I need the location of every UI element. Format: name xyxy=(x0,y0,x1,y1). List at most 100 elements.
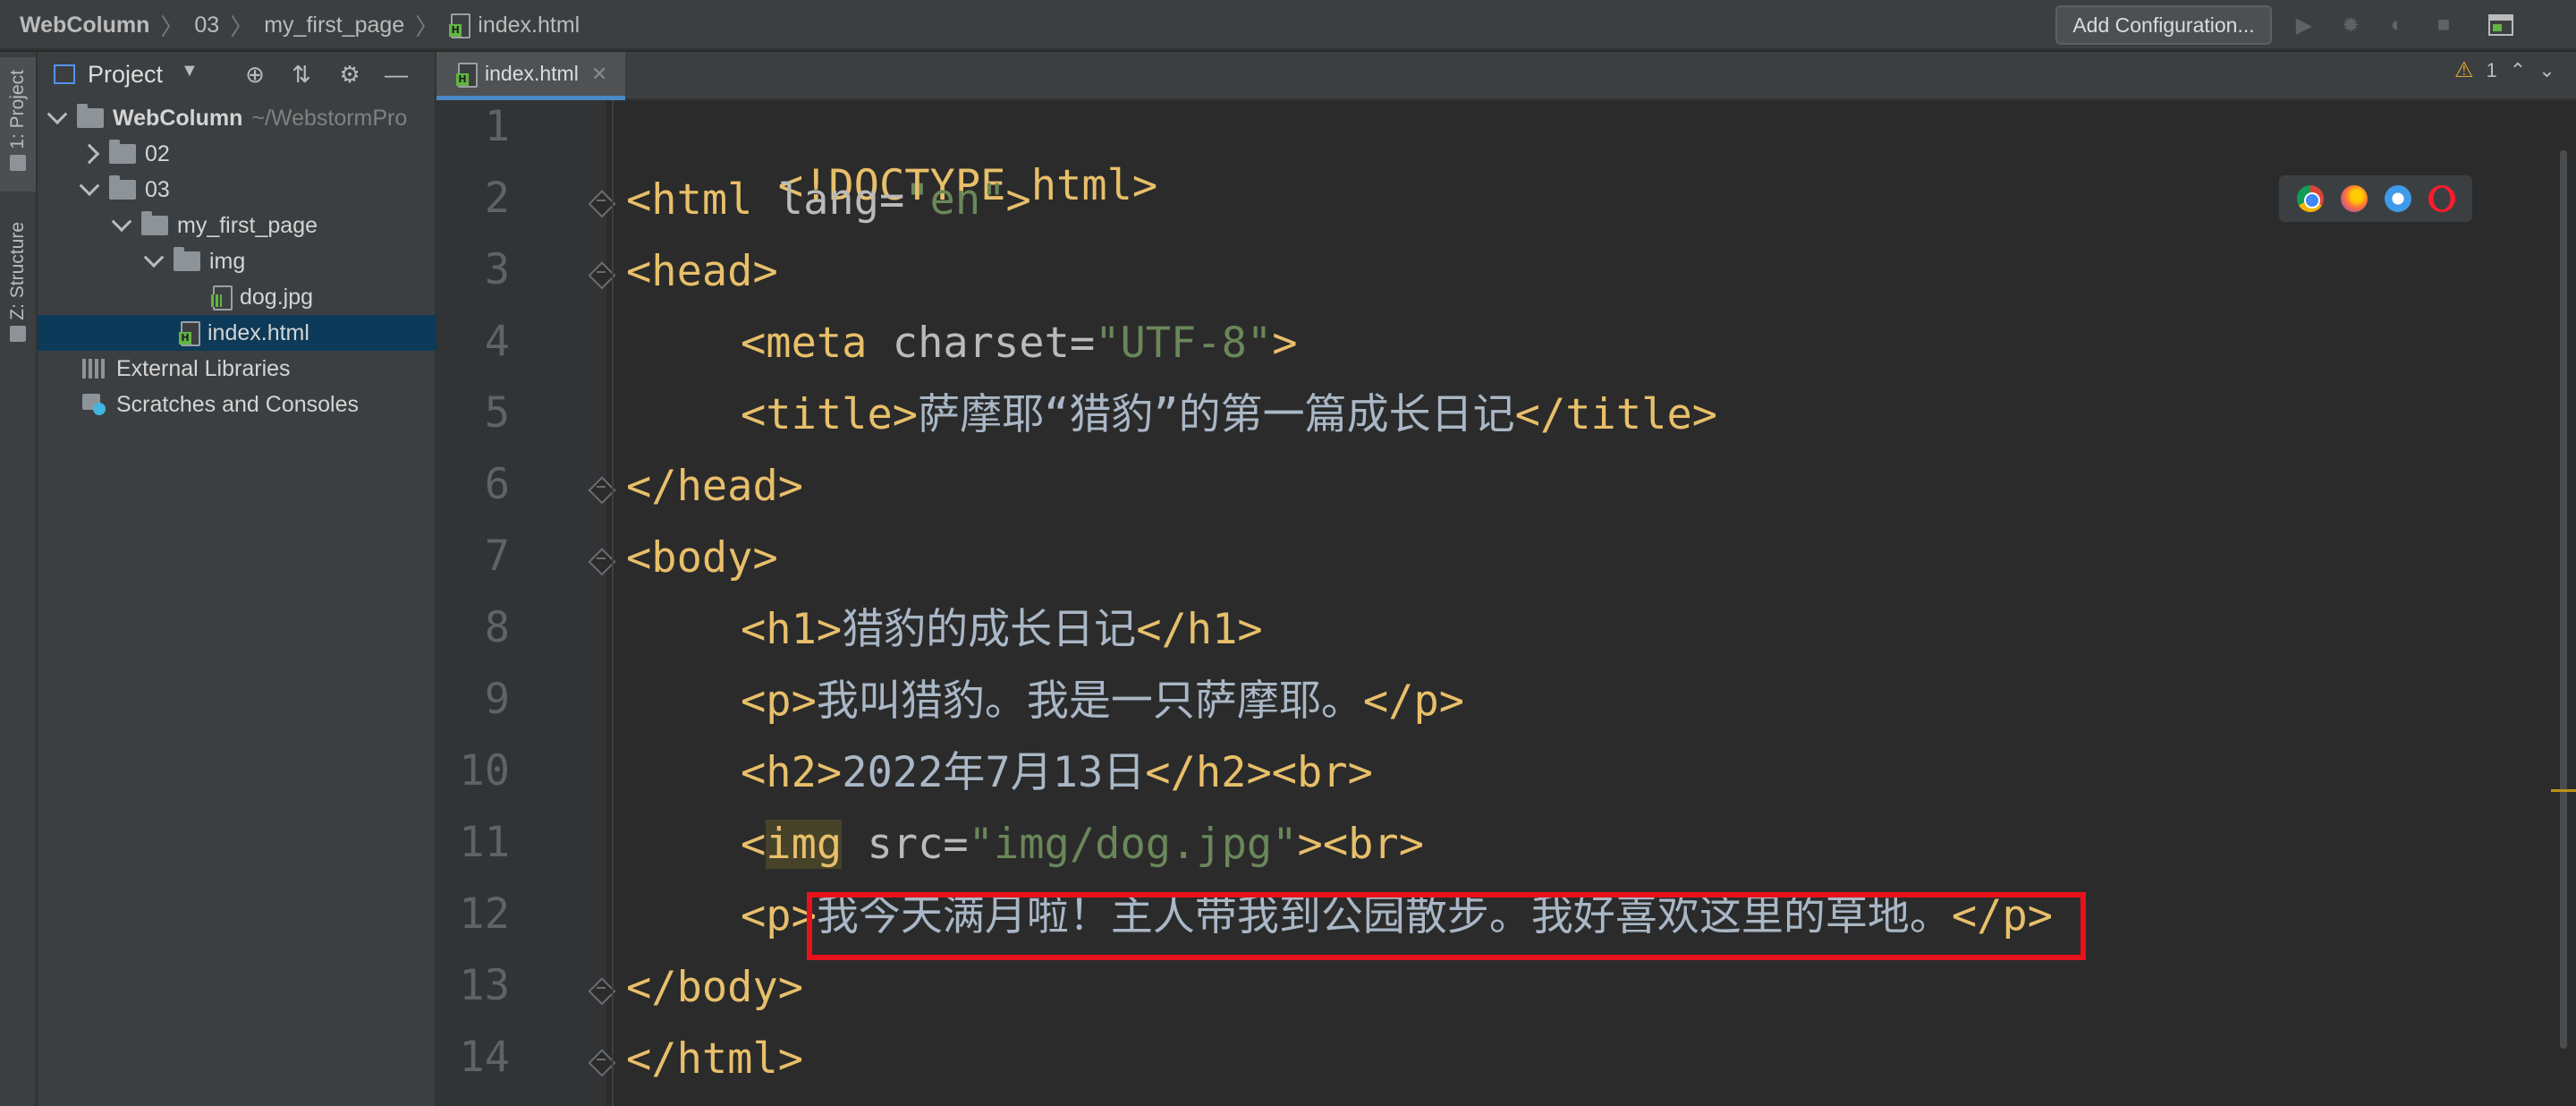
navigation-bar: WebColumn 〉 03 〉 my_first_page 〉 index.h… xyxy=(0,0,2576,50)
folder-icon xyxy=(141,211,168,235)
line-number: 11 xyxy=(459,818,510,867)
tab-label: index.html xyxy=(485,62,579,85)
scrollbar-marker[interactable] xyxy=(2551,789,2576,792)
tree-node-webcolumn[interactable]: WebColumn ~/WebstormPro xyxy=(38,100,436,136)
breadcrumb-item-03[interactable]: 03 xyxy=(194,13,219,38)
chevron-down-icon[interactable] xyxy=(47,104,68,125)
code-line-4: <meta charset="UTF-8"> xyxy=(741,315,1298,372)
breadcrumb-item-my-first-page[interactable]: my_first_page xyxy=(264,13,404,38)
folder-icon xyxy=(109,175,136,200)
project-panel: Project ▼ ⊕ ⇅ ⚙ — WebColumn ~/WebstormPr… xyxy=(38,52,436,1106)
fold-marker-icon[interactable] xyxy=(592,263,612,290)
code-token: <head> xyxy=(626,247,778,296)
breadcrumb-item-index-html[interactable]: index.html xyxy=(449,13,580,38)
highlight-annotation-box xyxy=(807,892,2086,960)
code-token: <meta xyxy=(741,319,893,368)
fold-marker-icon[interactable] xyxy=(592,979,612,1006)
layout-icon[interactable] xyxy=(2488,13,2513,38)
code-token: <h1> xyxy=(741,605,843,654)
breadcrumb: WebColumn 〉 03 〉 my_first_page 〉 index.h… xyxy=(20,0,580,50)
breadcrumb-separator: 〉 xyxy=(415,13,439,40)
folder-icon xyxy=(109,140,136,164)
chevron-right-icon[interactable] xyxy=(79,143,100,165)
opera-icon[interactable] xyxy=(2428,185,2455,212)
fold-marker-icon[interactable] xyxy=(592,549,612,576)
editor-tab-bar: index.html ✕ xyxy=(436,52,2576,100)
code-line-1: <!DOCTYPE html> xyxy=(626,100,1157,210)
code-token: </body> xyxy=(626,963,804,1012)
code-line-5: <title>萨摩耶“猎豹”的第一篇成长日记</title> xyxy=(741,387,1717,444)
locate-file-icon[interactable]: ⊕ xyxy=(242,61,268,88)
line-number: 1 xyxy=(484,102,510,151)
run-icon[interactable]: ▶ xyxy=(2292,13,2317,38)
line-number: 14 xyxy=(459,1033,510,1082)
fold-marker-icon[interactable] xyxy=(592,478,612,505)
collapse-all-icon[interactable]: ⇅ xyxy=(288,61,315,88)
tree-node-path-hint: ~/WebstormPro xyxy=(251,105,408,131)
html-file-icon xyxy=(449,13,471,38)
code-line-11: <img src="img/dog.jpg"><br> xyxy=(741,816,1424,873)
code-line-2: <html lang="en"> xyxy=(626,172,1031,229)
chrome-icon[interactable] xyxy=(2296,185,2324,212)
tree-node-index-html[interactable]: index.html xyxy=(38,315,436,351)
code-line-14: </html> xyxy=(626,1031,803,1088)
tree-node-img[interactable]: img xyxy=(38,243,436,279)
code-line-9: <p>我叫猎豹。我是一只萨摩耶。</p> xyxy=(741,673,1464,730)
structure-tool-window-button[interactable]: Z: Structure xyxy=(0,209,36,362)
breadcrumb-separator: 〉 xyxy=(160,13,184,40)
code-line-8: <h1>猎豹的成长日记</h1> xyxy=(741,601,1263,659)
code-token: charset= xyxy=(892,319,1096,368)
inspection-widget[interactable]: ⚠ 1 ⌃ ⌄ xyxy=(2454,57,2555,83)
tree-node-03[interactable]: 03 xyxy=(38,172,436,208)
tree-node-external-libraries[interactable]: External Libraries xyxy=(38,351,436,387)
chevron-down-icon[interactable]: ▼ xyxy=(181,61,199,81)
breadcrumb-item-webcolumn[interactable]: WebColumn xyxy=(20,13,149,38)
chevron-up-icon[interactable]: ⌃ xyxy=(2510,59,2526,82)
tree-node-my-first-page[interactable]: my_first_page xyxy=(38,208,436,243)
code-token: "img/dog.jpg" xyxy=(968,820,1298,869)
tree-node-dog-jpg[interactable]: dog.jpg xyxy=(38,279,436,315)
vertical-scrollbar[interactable] xyxy=(2560,150,2567,1049)
breadcrumb-separator: 〉 xyxy=(230,13,254,40)
code-token: <h2> xyxy=(741,748,843,797)
tree-node-scratches[interactable]: Scratches and Consoles xyxy=(38,387,436,422)
library-icon xyxy=(82,359,106,379)
project-tool-window-button[interactable]: 1: Project xyxy=(0,57,36,191)
line-number: 5 xyxy=(484,388,510,438)
debug-icon[interactable]: ✹ xyxy=(2338,13,2363,38)
project-tool-label: 1: Project xyxy=(7,70,28,149)
line-number: 12 xyxy=(459,889,510,939)
code-token: 我叫猎豹。我是一只萨摩耶。 xyxy=(816,676,1363,726)
add-configuration-button[interactable]: Add Configuration... xyxy=(2055,5,2272,45)
hide-panel-icon[interactable]: — xyxy=(383,61,410,88)
close-icon[interactable]: ✕ xyxy=(591,63,607,86)
code-token: </title> xyxy=(1514,390,1718,439)
fold-guide-line xyxy=(612,100,614,1106)
code-token: </html> xyxy=(626,1034,804,1084)
tree-node-02[interactable]: 02 xyxy=(38,136,436,172)
chevron-down-icon[interactable]: ⌄ xyxy=(2538,59,2555,82)
project-view-selector[interactable]: Project xyxy=(88,61,163,89)
chevron-down-icon[interactable] xyxy=(79,175,100,197)
stop-icon[interactable]: ■ xyxy=(2431,13,2456,38)
chevron-down-icon[interactable] xyxy=(111,211,132,233)
gear-icon[interactable]: ⚙ xyxy=(336,61,363,88)
code-token: <title> xyxy=(741,390,919,439)
safari-icon[interactable] xyxy=(2384,185,2411,212)
project-panel-header: Project ▼ ⊕ ⇅ ⚙ — xyxy=(38,52,436,97)
firefox-icon[interactable] xyxy=(2340,185,2368,212)
project-view-icon xyxy=(54,64,75,84)
tree-node-label: External Libraries xyxy=(116,355,291,381)
code-token: ><br> xyxy=(1297,820,1425,869)
tree-node-label: dog.jpg xyxy=(240,284,314,310)
tab-index-html[interactable]: index.html ✕ xyxy=(436,52,626,100)
chevron-down-icon[interactable] xyxy=(143,247,165,268)
fold-marker-icon[interactable] xyxy=(592,1051,612,1077)
structure-tool-label: Z: Structure xyxy=(7,222,28,320)
coverage-icon[interactable]: ◐ xyxy=(2385,13,2410,38)
line-number: 13 xyxy=(459,961,510,1010)
line-number: 8 xyxy=(484,603,510,652)
code-token: "en" xyxy=(904,175,1006,225)
code-token: <p> xyxy=(741,676,817,726)
fold-marker-icon[interactable] xyxy=(592,191,612,218)
